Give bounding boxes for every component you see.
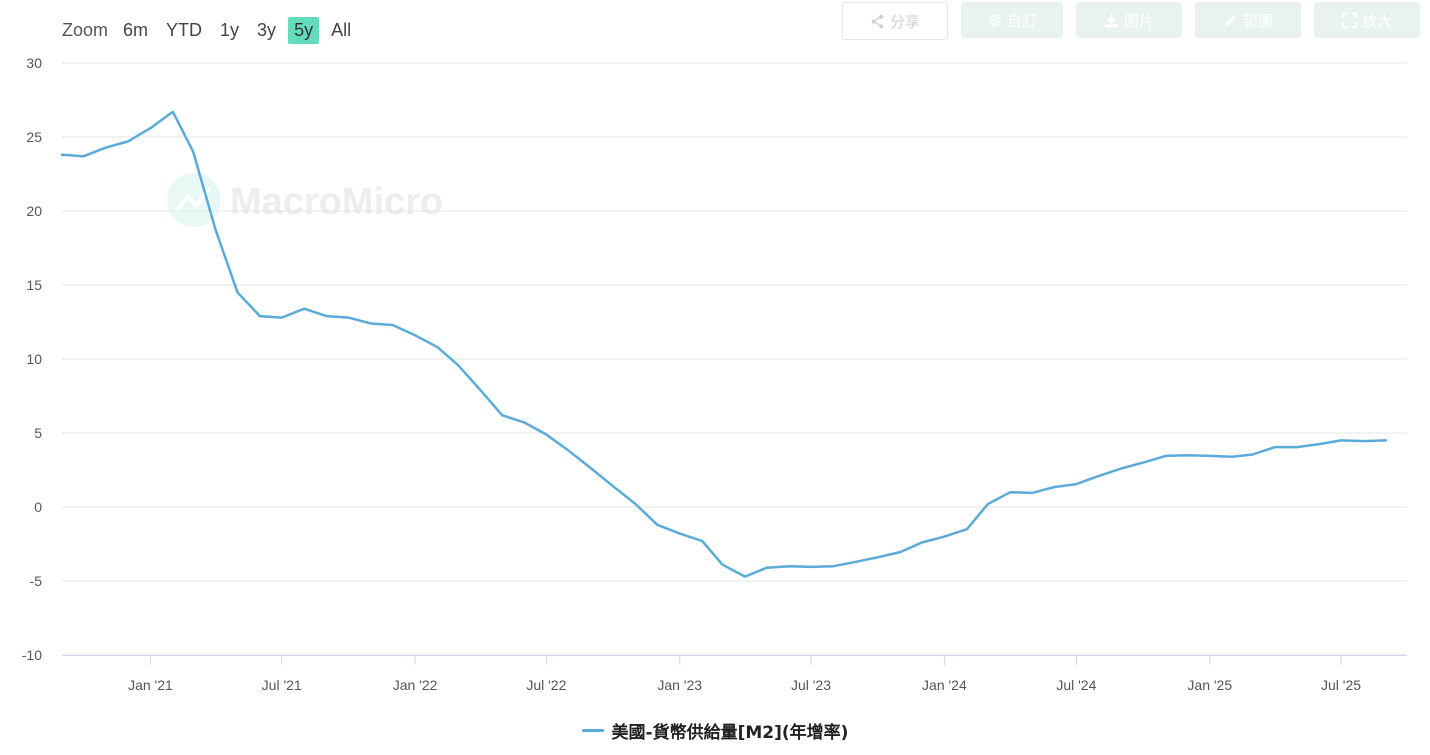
legend-swatch — [581, 729, 604, 732]
y-tick-label: 0 — [34, 499, 42, 515]
x-tick-label: Jul '24 — [1056, 677, 1096, 693]
watermark: MacroMicro — [167, 173, 443, 227]
y-tick-label: 30 — [26, 55, 42, 71]
y-tick-label: -5 — [30, 573, 43, 589]
x-tick-label: Jan '21 — [128, 677, 173, 693]
x-tick-label: Jul '22 — [526, 677, 566, 693]
x-tick-label: Jan '22 — [393, 677, 438, 693]
y-tick-label: 20 — [26, 203, 42, 219]
watermark-text: MacroMicro — [230, 181, 443, 223]
y-tick-label: 5 — [34, 425, 42, 441]
y-tick-label: -10 — [22, 647, 42, 663]
y-tick-label: 10 — [26, 351, 42, 367]
legend[interactable]: 美國-貨幣供給量[M2](年增率) — [0, 718, 1430, 743]
x-tick-label: Jan '25 — [1187, 677, 1232, 693]
x-tick-label: Jan '23 — [657, 677, 702, 693]
x-tick-label: Jan '24 — [922, 677, 967, 693]
x-tick-label: Jul '21 — [262, 677, 302, 693]
m2-growth-chart: MacroMicro -10 -5 0 5 10 15 20 25 30 Jan '21 Jul '… — [22, 55, 1407, 693]
x-tick-label: Jul '25 — [1321, 677, 1361, 693]
y-tick-label: 25 — [26, 129, 42, 145]
legend-series-name: 美國-貨幣供給量[M2](年增率) — [611, 723, 849, 743]
y-tick-label: 15 — [26, 277, 42, 293]
axis-layer: -10 -5 0 5 10 15 20 25 30 Jan '21 Jul '21 Jan '22 Ju… — [22, 55, 1407, 693]
x-tick-label: Jul '23 — [791, 677, 831, 693]
grid-layer — [62, 62, 1407, 656]
